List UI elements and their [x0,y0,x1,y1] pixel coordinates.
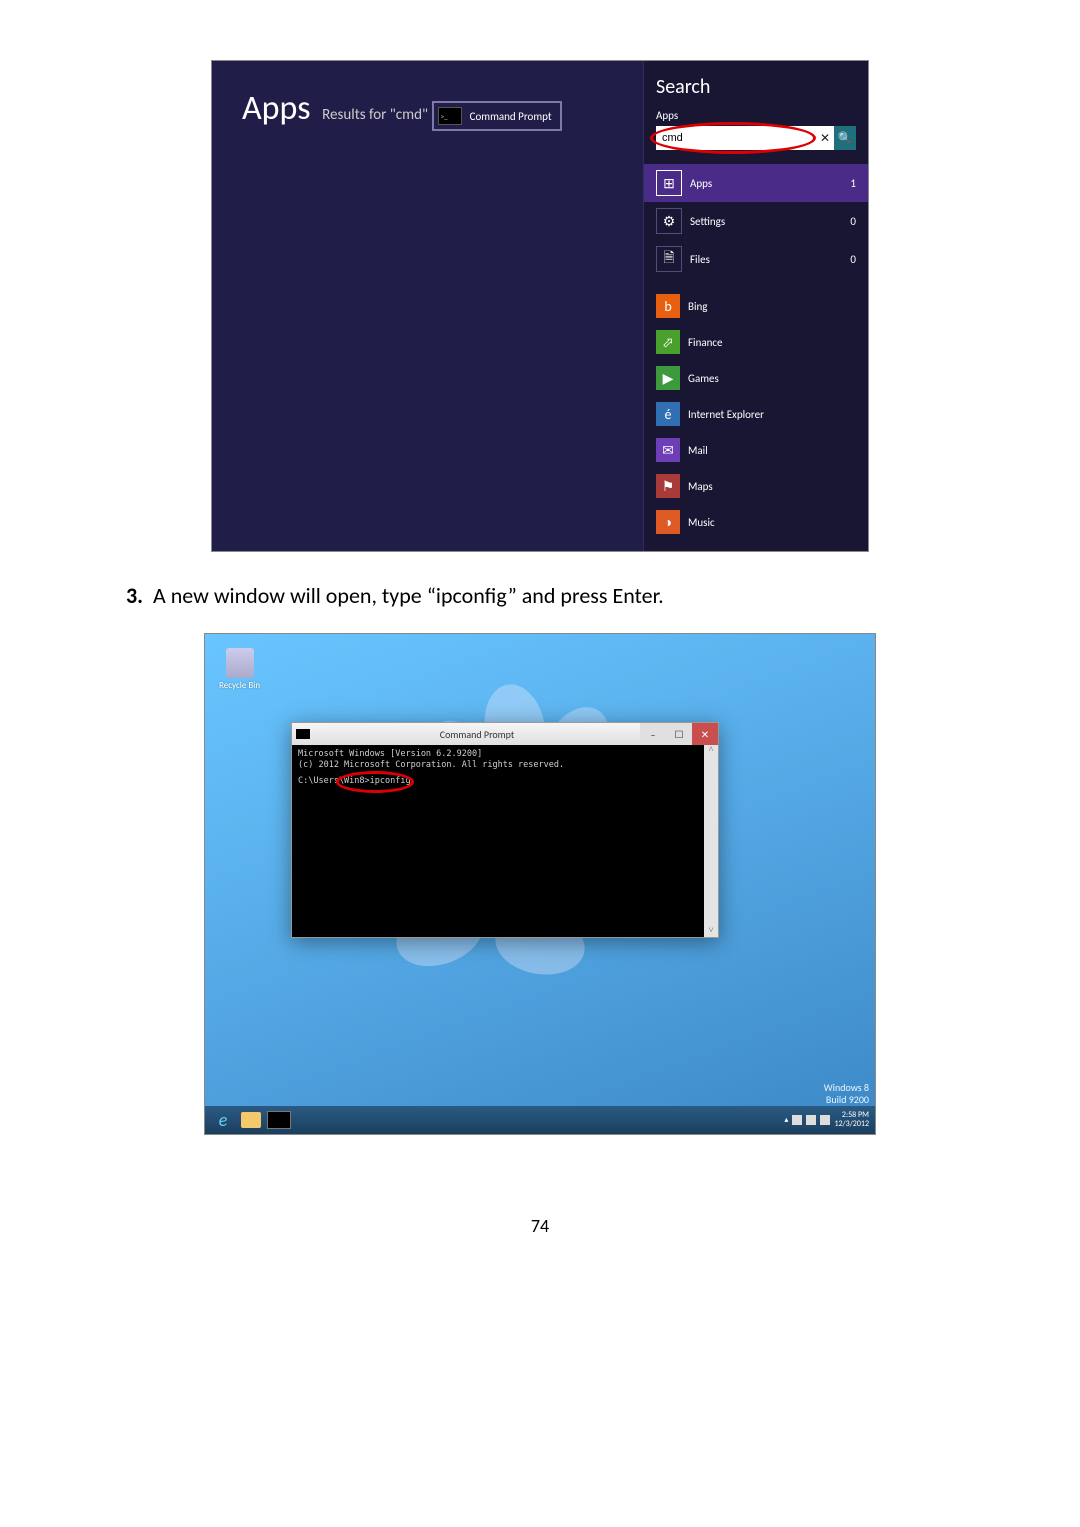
app-icon: é [656,402,680,426]
search-title: Search [656,75,856,99]
search-button[interactable]: 🔍 [834,126,856,150]
app-icon: ✉ [656,438,680,462]
taskbar-cmd-icon[interactable] [267,1111,291,1129]
terminal-line: (c) 2012 Microsoft Corporation. All righ… [298,760,712,771]
app-label: Games [688,372,719,385]
minimize-button[interactable]: – [640,723,666,745]
clock-date: 12/3/2012 [834,1120,869,1129]
close-button[interactable]: ✕ [692,723,718,745]
search-scope-label: Apps [656,109,856,122]
category-label: Apps [690,177,850,190]
recycle-bin-icon [226,648,254,678]
instruction-step: 3. A new window will open, type “ipconfi… [120,582,960,609]
tray-chevron-icon[interactable]: ▴ [784,1115,788,1125]
category-settings[interactable]: ⚙ Settings0 [656,202,856,240]
tray-flag-icon[interactable] [792,1115,802,1125]
window-title: Command Prompt [314,728,640,741]
app-label: Mail [688,444,708,457]
app-label: Finance [688,336,723,349]
scrollbar[interactable]: ˄ ˅ [704,745,718,937]
recycle-bin[interactable]: Recycle Bin [219,648,260,691]
maximize-button[interactable]: ☐ [666,723,692,745]
taskbar-clock[interactable]: 2:58 PM 12/3/2012 [834,1111,869,1129]
category-label: Settings [690,215,850,228]
cmd-icon [296,729,310,739]
category-label: Files [690,253,850,266]
search-input[interactable] [656,126,816,150]
app-icon: ⬀ [656,330,680,354]
search-app-mail[interactable]: ✉ Mail [656,432,856,468]
search-app-bing[interactable]: b Bing [656,288,856,324]
recycle-bin-label: Recycle Bin [219,680,260,691]
search-charm: Search Apps ✕ 🔍 ⊞Apps1⚙Settings0🗎Files0 … [643,61,868,551]
page-number: 74 [120,1215,960,1237]
search-input-wrap: ✕ 🔍 [656,126,856,150]
search-app-finance[interactable]: ⬀ Finance [656,324,856,360]
scroll-up-icon[interactable]: ˄ [708,745,713,756]
app-icon: ◑ [656,510,680,534]
clear-button[interactable]: ✕ [816,126,834,150]
window-titlebar[interactable]: Command Prompt – ☐ ✕ [291,722,719,745]
tray-volume-icon[interactable] [820,1115,830,1125]
terminal-body[interactable]: Microsoft Windows [Version 6.2.9200] (c)… [291,745,719,938]
app-label: Bing [688,300,707,313]
results-pane: Apps Results for "cmd" Command Prompt [212,61,643,551]
app-icon: ▶ [656,366,680,390]
app-label: Maps [688,480,713,493]
screenshot-search-apps: Apps Results for "cmd" Command Prompt Se… [211,60,869,552]
search-app-music[interactable]: ◑ Music [656,504,856,540]
category-icon: 🗎 [656,246,682,272]
category-files[interactable]: 🗎 Files0 [656,240,856,278]
category-icon: ⊞ [656,170,682,196]
step-number: 3. [126,582,143,609]
step-text: A new window will open, type “ipconfig” … [153,582,664,609]
watermark-line: Build 9200 [824,1094,869,1106]
category-count: 0 [850,253,856,266]
category-count: 1 [850,177,856,190]
desktop-watermark: Windows 8 Build 9200 [824,1082,869,1106]
taskbar[interactable]: e ▴ 2:58 PM 12/3/2012 [205,1106,875,1134]
app-icon: ⚑ [656,474,680,498]
category-count: 0 [850,215,856,228]
taskbar-ie-icon[interactable]: e [211,1110,235,1130]
apps-subheading: Results for "cmd" [322,106,428,124]
apps-heading: Apps [242,88,311,129]
taskbar-explorer-icon[interactable] [241,1112,261,1128]
app-icon: b [656,294,680,318]
command-prompt-window[interactable]: Command Prompt – ☐ ✕ Microsoft Windows [… [291,722,719,938]
search-app-maps[interactable]: ⚑ Maps [656,468,856,504]
screenshot-desktop-cmd: Recycle Bin Command Prompt – ☐ ✕ Microso… [204,633,876,1135]
tray-network-icon[interactable] [806,1115,816,1125]
terminal-line: Microsoft Windows [Version 6.2.9200] [298,749,712,760]
terminal-prompt: C:\Users\Win8>ipconfig [298,776,712,787]
result-label: Command Prompt [470,110,552,123]
system-tray[interactable]: ▴ 2:58 PM 12/3/2012 [784,1111,869,1129]
app-label: Internet Explorer [688,408,764,421]
category-apps[interactable]: ⊞ Apps1 [644,164,868,202]
search-app-internet-explorer[interactable]: é Internet Explorer [656,396,856,432]
cmd-icon [438,107,462,125]
result-command-prompt[interactable]: Command Prompt [432,101,562,131]
scroll-down-icon[interactable]: ˅ [708,926,713,937]
search-app-games[interactable]: ▶ Games [656,360,856,396]
category-icon: ⚙ [656,208,682,234]
app-label: Music [688,516,715,529]
